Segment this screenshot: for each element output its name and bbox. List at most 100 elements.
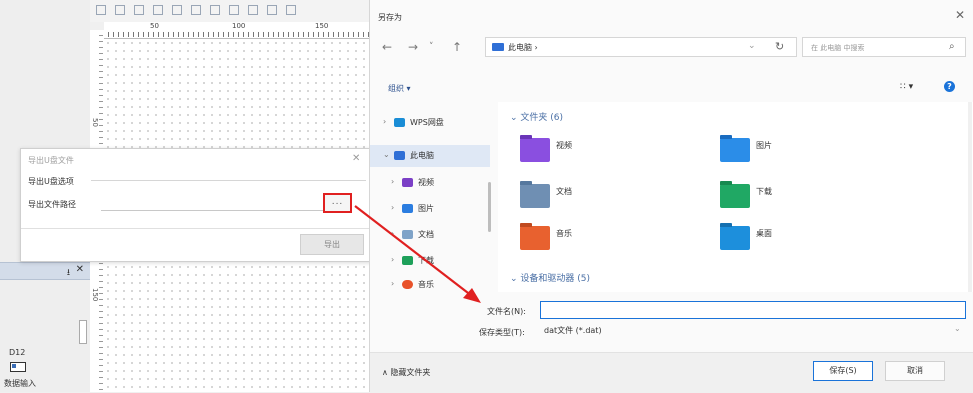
- address-bar[interactable]: 此电脑 › ⌄ ↻: [485, 37, 797, 57]
- options-label: 导出U盘选项: [28, 177, 74, 186]
- sidebar-item-label: 音乐: [418, 280, 434, 289]
- chevron-right-icon[interactable]: ›: [383, 117, 386, 126]
- path-label: 导出文件路径: [28, 200, 76, 209]
- sidebar-item-pictures[interactable]: › 图片: [378, 198, 498, 220]
- chevron-right-icon[interactable]: ›: [391, 177, 394, 186]
- ruler-number: 100: [232, 22, 246, 30]
- close-icon[interactable]: ✕: [352, 153, 360, 164]
- dialog-title: 导出U盘文件: [28, 156, 74, 165]
- sidebar-item-music[interactable]: › 音乐: [378, 274, 498, 296]
- search-icon[interactable]: ⌕: [949, 41, 955, 52]
- filetype-select[interactable]: dat文件 (*.dat) ⌄: [540, 322, 966, 338]
- downloads-folder-icon: [402, 256, 413, 265]
- folder-label: 桌面: [756, 229, 772, 238]
- save-button[interactable]: 保存(S): [813, 361, 873, 381]
- folder-pictures[interactable]: 图片: [720, 135, 870, 174]
- node-caption: 数据输入: [4, 379, 36, 388]
- chevron-right-icon[interactable]: ›: [391, 203, 394, 212]
- node-label: D12: [9, 348, 26, 357]
- computer-icon: [492, 43, 504, 51]
- sidebar-item-wps-drive[interactable]: › WPS网盘: [370, 112, 490, 134]
- folder-label: 下载: [756, 187, 772, 196]
- folder-desktop[interactable]: 桌面: [720, 223, 870, 262]
- align-icon[interactable]: [96, 5, 106, 15]
- close-icon[interactable]: ✕: [955, 8, 965, 22]
- folder-label: 图片: [756, 141, 772, 150]
- view-options-button[interactable]: ∷ ▾: [900, 82, 913, 92]
- filename-label: 文件名(N):: [487, 307, 526, 316]
- scrollbar[interactable]: [968, 102, 972, 292]
- cloud-drive-icon: [394, 118, 405, 127]
- computer-icon: [394, 151, 405, 160]
- folder-downloads[interactable]: 下载: [720, 181, 870, 220]
- chevron-down-icon[interactable]: ⌄: [383, 150, 390, 159]
- sidebar-item-documents[interactable]: › 文档: [378, 224, 498, 246]
- breadcrumb[interactable]: 此电脑 ›: [508, 42, 538, 53]
- sidebar-item-label: 下载: [418, 256, 434, 265]
- align-icon[interactable]: [134, 5, 144, 15]
- align-icon[interactable]: [115, 5, 125, 15]
- chevron-right-icon[interactable]: ›: [391, 279, 394, 288]
- sidebar-item-label: WPS网盘: [410, 118, 444, 127]
- refresh-icon[interactable]: ↻: [775, 40, 784, 53]
- up-icon[interactable]: ↑: [452, 40, 462, 54]
- browse-button[interactable]: ...: [323, 193, 352, 213]
- dialog-footer: ∧ 隐藏文件夹 保存(S) 取消: [370, 352, 973, 393]
- video-folder-icon: [520, 135, 550, 162]
- export-button[interactable]: 导出: [300, 234, 364, 255]
- ruler-number: 150: [91, 288, 99, 302]
- search-input[interactable]: 在 此电脑 中搜索 ⌕: [802, 37, 966, 57]
- back-icon[interactable]: ←: [382, 40, 392, 54]
- file-list: ⌄ 文件夹 (6) 视频 图片 文档 下载 音乐 桌面 ⌄ 设备和驱动器 (5): [498, 102, 973, 292]
- folders-group-header[interactable]: ⌄ 文件夹 (6): [510, 110, 563, 123]
- data-input-icon[interactable]: [10, 362, 26, 372]
- filename-input[interactable]: [540, 301, 966, 319]
- folder-music[interactable]: 音乐: [520, 223, 670, 262]
- chevron-down-icon[interactable]: ⌄: [954, 324, 961, 333]
- export-dialog: 导出U盘文件 ✕ 导出U盘选项 导出文件路径 ... 导出: [20, 148, 377, 262]
- align-icon[interactable]: [248, 5, 258, 15]
- align-icon[interactable]: [191, 5, 201, 15]
- folder-label: 视频: [556, 141, 572, 150]
- desktop-folder-icon: [720, 223, 750, 250]
- export-path-input[interactable]: [101, 196, 323, 211]
- chevron-right-icon[interactable]: ›: [391, 229, 394, 238]
- devices-group-header[interactable]: ⌄ 设备和驱动器 (5): [510, 271, 590, 284]
- filetype-label: 保存类型(T):: [479, 328, 525, 337]
- forward-icon[interactable]: →: [408, 40, 418, 54]
- close-icon[interactable]: ✕: [76, 264, 84, 275]
- hide-folders-toggle[interactable]: ∧ 隐藏文件夹: [382, 367, 430, 378]
- folder-documents[interactable]: 文档: [520, 181, 670, 220]
- sidebar-item-videos[interactable]: › 视频: [378, 172, 498, 194]
- help-icon[interactable]: ?: [944, 81, 955, 92]
- sidebar-item-downloads[interactable]: › 下载: [378, 250, 498, 272]
- scrollbar[interactable]: [488, 182, 491, 232]
- folder-videos[interactable]: 视频: [520, 135, 670, 174]
- align-icon[interactable]: [229, 5, 239, 15]
- organize-menu[interactable]: 组织 ▾: [388, 83, 411, 94]
- sidebar-item-label: 文档: [418, 230, 434, 239]
- ruler-number: 50: [150, 22, 159, 30]
- dialog-title: 另存为: [378, 13, 402, 22]
- search-placeholder: 在 此电脑 中搜索: [811, 44, 865, 52]
- folder-label: 音乐: [556, 229, 572, 238]
- video-folder-icon: [402, 178, 413, 187]
- align-icon[interactable]: [286, 5, 296, 15]
- cancel-button[interactable]: 取消: [885, 361, 945, 381]
- scrollbar[interactable]: [79, 320, 87, 344]
- ruler-number: 150: [315, 22, 329, 30]
- documents-folder-icon: [402, 230, 413, 239]
- align-icon[interactable]: [267, 5, 277, 15]
- align-icon[interactable]: [172, 5, 182, 15]
- chevron-down-icon[interactable]: ⌄: [748, 41, 756, 51]
- sidebar-item-this-pc[interactable]: ⌄ 此电脑: [370, 145, 490, 167]
- recent-locations-icon[interactable]: ˅: [429, 42, 434, 52]
- pin-icon[interactable]: ⭳: [67, 265, 70, 281]
- save-as-dialog: 另存为 ✕ ← → ˅ ↑ 此电脑 › ⌄ ↻ 在 此电脑 中搜索 ⌕ 组织 ▾…: [369, 0, 973, 393]
- left-panel-header: ⭳ ✕: [0, 262, 90, 280]
- align-icon[interactable]: [153, 5, 163, 15]
- chevron-right-icon[interactable]: ›: [391, 255, 394, 264]
- align-icon[interactable]: [210, 5, 220, 15]
- music-folder-icon: [402, 280, 413, 289]
- sidebar-item-label: 视频: [418, 178, 434, 187]
